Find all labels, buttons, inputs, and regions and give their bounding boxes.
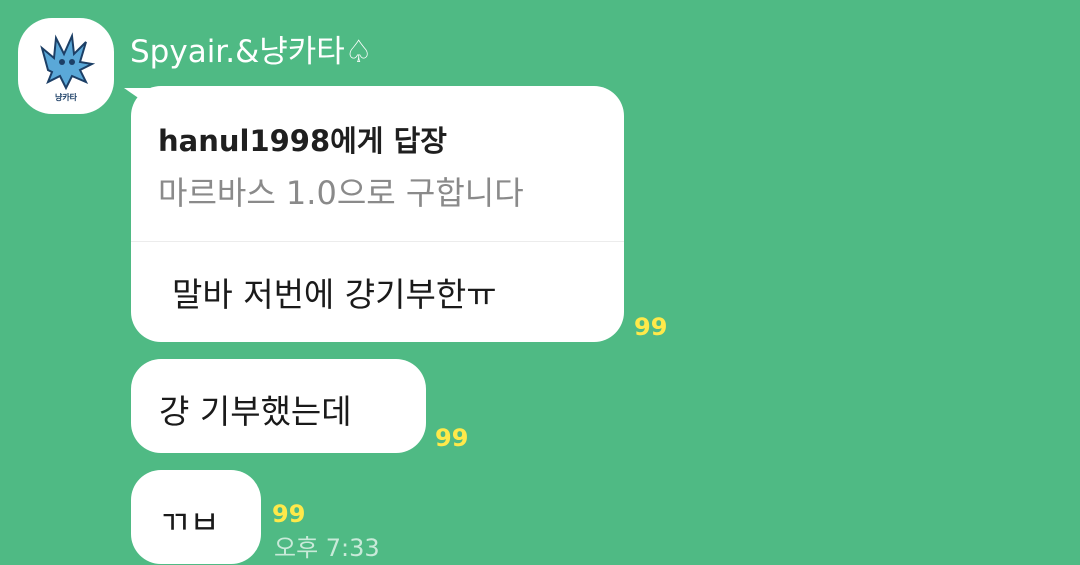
dragon-avatar-icon: 냥카타 (40, 32, 96, 102)
message-text: 걍 기부했는데 (159, 392, 352, 431)
message-bubble[interactable]: ㄲㅂ (131, 470, 261, 564)
svg-text:냥카타: 냥카타 (55, 92, 78, 102)
message-text: 말바 저번에 걍기부한ㅠ (172, 275, 497, 314)
reply-message-bubble[interactable]: hanul1998에게 답장 마르바스 1.0으로 구합니다 말바 저번에 걍기… (131, 86, 624, 342)
message-text: ㄲㅂ (159, 503, 220, 542)
message-bubble[interactable]: 걍 기부했는데 (131, 359, 426, 453)
unread-count: 99 (272, 500, 306, 528)
unread-count: 99 (634, 313, 668, 341)
message-timestamp: 오후 7:33 (274, 534, 380, 562)
unread-count: 99 (435, 424, 469, 452)
reply-divider (131, 241, 624, 242)
sender-name: Spyair.&냥카타♤ (130, 34, 373, 70)
reply-target-label: hanul1998에게 답장 (158, 124, 447, 158)
quoted-message-text[interactable]: 마르바스 1.0으로 구합니다 (158, 168, 524, 214)
avatar[interactable]: 냥카타 (18, 18, 114, 114)
